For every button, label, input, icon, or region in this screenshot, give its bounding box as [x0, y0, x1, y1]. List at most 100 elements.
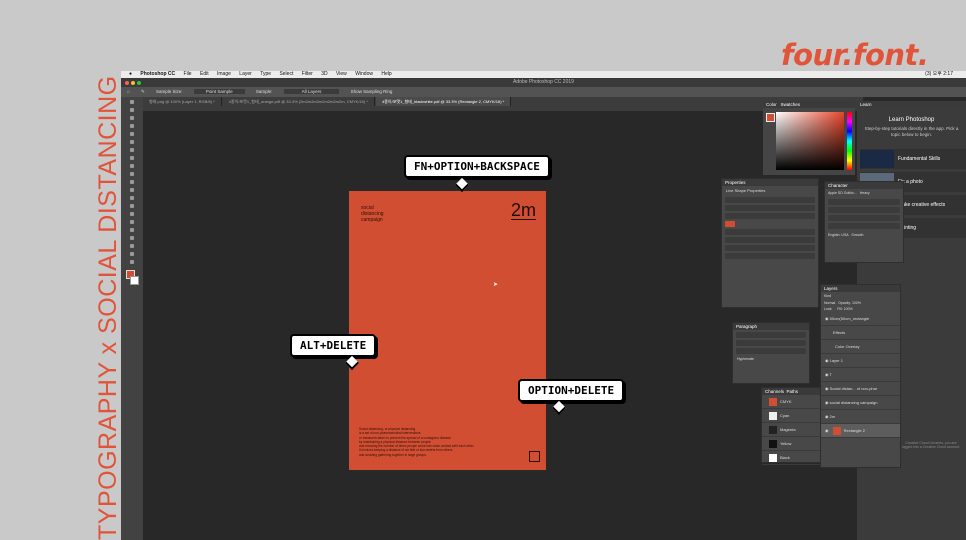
- properties-row[interactable]: [725, 213, 815, 219]
- character-font-style[interactable]: Heavy: [860, 191, 870, 195]
- layer-row[interactable]: ◉ Rectangle 2: [821, 424, 900, 438]
- sample-select[interactable]: All Layers: [283, 89, 340, 94]
- layer-row[interactable]: ◉ 50cm(50cm_rectangle: [821, 312, 900, 326]
- layer-row[interactable]: ◉ Social distan... of non-phar: [821, 382, 900, 396]
- history-brush-icon[interactable]: [130, 180, 134, 184]
- menu-image[interactable]: Image: [217, 71, 231, 78]
- move-tool-icon[interactable]: [130, 100, 134, 104]
- shape-tool-icon[interactable]: [130, 244, 134, 248]
- properties-row[interactable]: [725, 197, 815, 203]
- show-ring-checkbox[interactable]: Show Sampling Ring: [351, 89, 393, 94]
- properties-header[interactable]: Properties: [722, 179, 818, 186]
- properties-row[interactable]: [725, 221, 735, 227]
- layer-row[interactable]: ◉ T: [821, 368, 900, 382]
- layer-row[interactable]: Effects: [821, 326, 900, 340]
- tab-doc-1[interactable]: 형태.png @ 100% (Layer 1, RGB/8) *: [143, 97, 222, 106]
- gradient-tool-icon[interactable]: [130, 196, 134, 200]
- layer-row[interactable]: ◉ social distancing campaign: [821, 396, 900, 410]
- menu-3d[interactable]: 3D: [321, 71, 327, 78]
- layers-blend-select[interactable]: Normal: [824, 301, 835, 305]
- menu-type[interactable]: Type: [260, 71, 271, 78]
- layers-header[interactable]: Layers: [821, 285, 900, 292]
- layer-row[interactable]: ◉ 2m: [821, 410, 900, 424]
- sample-size-select[interactable]: Point Sample: [193, 89, 245, 94]
- crop-tool-icon[interactable]: [130, 132, 134, 136]
- character-font-family[interactable]: Apple SD Gothic...: [828, 191, 857, 195]
- channel-row[interactable]: Magenta: [762, 423, 822, 437]
- lasso-tool-icon[interactable]: [130, 116, 134, 120]
- tab-channels[interactable]: Channels: [765, 389, 784, 394]
- properties-row[interactable]: [725, 245, 815, 251]
- channel-row[interactable]: Cyan: [762, 409, 822, 423]
- character-font[interactable]: Apple SD Gothic... Heavy: [825, 189, 903, 197]
- layer-row[interactable]: ◉ Layer 1: [821, 354, 900, 368]
- paragraph-hyphenate[interactable]: Hyphenate: [733, 356, 809, 362]
- menu-filter[interactable]: Filter: [302, 71, 313, 78]
- eye-icon[interactable]: ◉: [825, 316, 829, 321]
- stamp-tool-icon[interactable]: [130, 172, 134, 176]
- background-color-swatch[interactable]: [130, 276, 139, 285]
- properties-row[interactable]: [725, 253, 815, 259]
- minimize-icon[interactable]: [131, 81, 135, 85]
- zoom-tool-icon[interactable]: [130, 260, 134, 264]
- marquee-tool-icon[interactable]: [130, 108, 134, 112]
- path-select-icon[interactable]: [130, 236, 134, 240]
- menu-window[interactable]: Window: [355, 71, 373, 78]
- character-header[interactable]: Character: [825, 182, 903, 189]
- eyedropper-tool-icon[interactable]: [130, 148, 134, 152]
- properties-row[interactable]: [725, 237, 815, 243]
- paragraph-header[interactable]: Paragraph: [733, 323, 809, 330]
- home-icon[interactable]: ⌂: [127, 89, 130, 94]
- menu-edit[interactable]: Edit: [200, 71, 209, 78]
- character-row[interactable]: [828, 207, 900, 213]
- eye-icon[interactable]: ◉: [825, 358, 829, 363]
- frame-tool-icon[interactable]: [130, 140, 134, 144]
- apple-icon[interactable]: ●: [129, 71, 132, 78]
- eye-icon[interactable]: ◉: [825, 386, 829, 391]
- pen-tool-icon[interactable]: [130, 220, 134, 224]
- menu-view[interactable]: View: [336, 71, 347, 78]
- color-spectrum[interactable]: [776, 112, 844, 170]
- eyedropper-icon[interactable]: ✎: [141, 89, 145, 94]
- layer-row[interactable]: Color Overlay: [821, 340, 900, 354]
- character-language[interactable]: English: USA: [828, 233, 848, 237]
- tab-doc-2[interactable]: 4종이/포맷1_형태_orange.pdf @ 33.3% (2m2m2m2m2…: [223, 97, 375, 106]
- blur-tool-icon[interactable]: [130, 204, 134, 208]
- learn-item[interactable]: Fundamental Skills: [860, 149, 966, 169]
- channel-row[interactable]: Black: [762, 451, 822, 465]
- channel-row[interactable]: Yellow: [762, 437, 822, 451]
- paragraph-row[interactable]: [736, 332, 806, 338]
- menu-layer[interactable]: Layer: [239, 71, 252, 78]
- eye-icon[interactable]: ◉: [825, 372, 829, 377]
- menu-file[interactable]: File: [184, 71, 192, 78]
- opacity-input[interactable]: 100%: [852, 301, 861, 305]
- character-antialias[interactable]: Smooth: [851, 233, 863, 237]
- eye-icon[interactable]: ◉: [825, 428, 829, 433]
- tab-doc-3[interactable]: 4종이/포맷1_형태_blackwhite.pdf @ 33.3% (Recta…: [376, 97, 512, 106]
- properties-row[interactable]: [725, 229, 815, 235]
- healing-tool-icon[interactable]: [130, 156, 134, 160]
- tab-swatches[interactable]: Swatches: [781, 102, 801, 107]
- color-panel-fg-swatch[interactable]: [766, 113, 775, 122]
- menu-app[interactable]: Photoshop CC: [140, 71, 175, 78]
- paragraph-row[interactable]: [736, 340, 806, 346]
- character-row[interactable]: [828, 215, 900, 221]
- eye-icon[interactable]: ◉: [825, 400, 829, 405]
- close-icon[interactable]: [125, 81, 129, 85]
- hand-tool-icon[interactable]: [130, 252, 134, 256]
- hue-slider[interactable]: [847, 112, 852, 170]
- eraser-tool-icon[interactable]: [130, 188, 134, 192]
- tab-paths[interactable]: Paths: [787, 389, 799, 394]
- fill-input[interactable]: 100%: [844, 307, 853, 311]
- brush-tool-icon[interactable]: [130, 164, 134, 168]
- character-row[interactable]: [828, 199, 900, 205]
- properties-row[interactable]: [725, 205, 815, 211]
- zoom-icon[interactable]: [137, 81, 141, 85]
- poster-artboard[interactable]: social distancing campaign 2m Social dis…: [349, 191, 546, 470]
- learn-panel-header[interactable]: Learn: [857, 101, 966, 108]
- channel-row[interactable]: CMYK: [762, 395, 822, 409]
- quick-select-tool-icon[interactable]: [130, 124, 134, 128]
- menu-select[interactable]: Select: [279, 71, 293, 78]
- tab-color[interactable]: Color: [766, 102, 777, 107]
- type-tool-icon[interactable]: [130, 228, 134, 232]
